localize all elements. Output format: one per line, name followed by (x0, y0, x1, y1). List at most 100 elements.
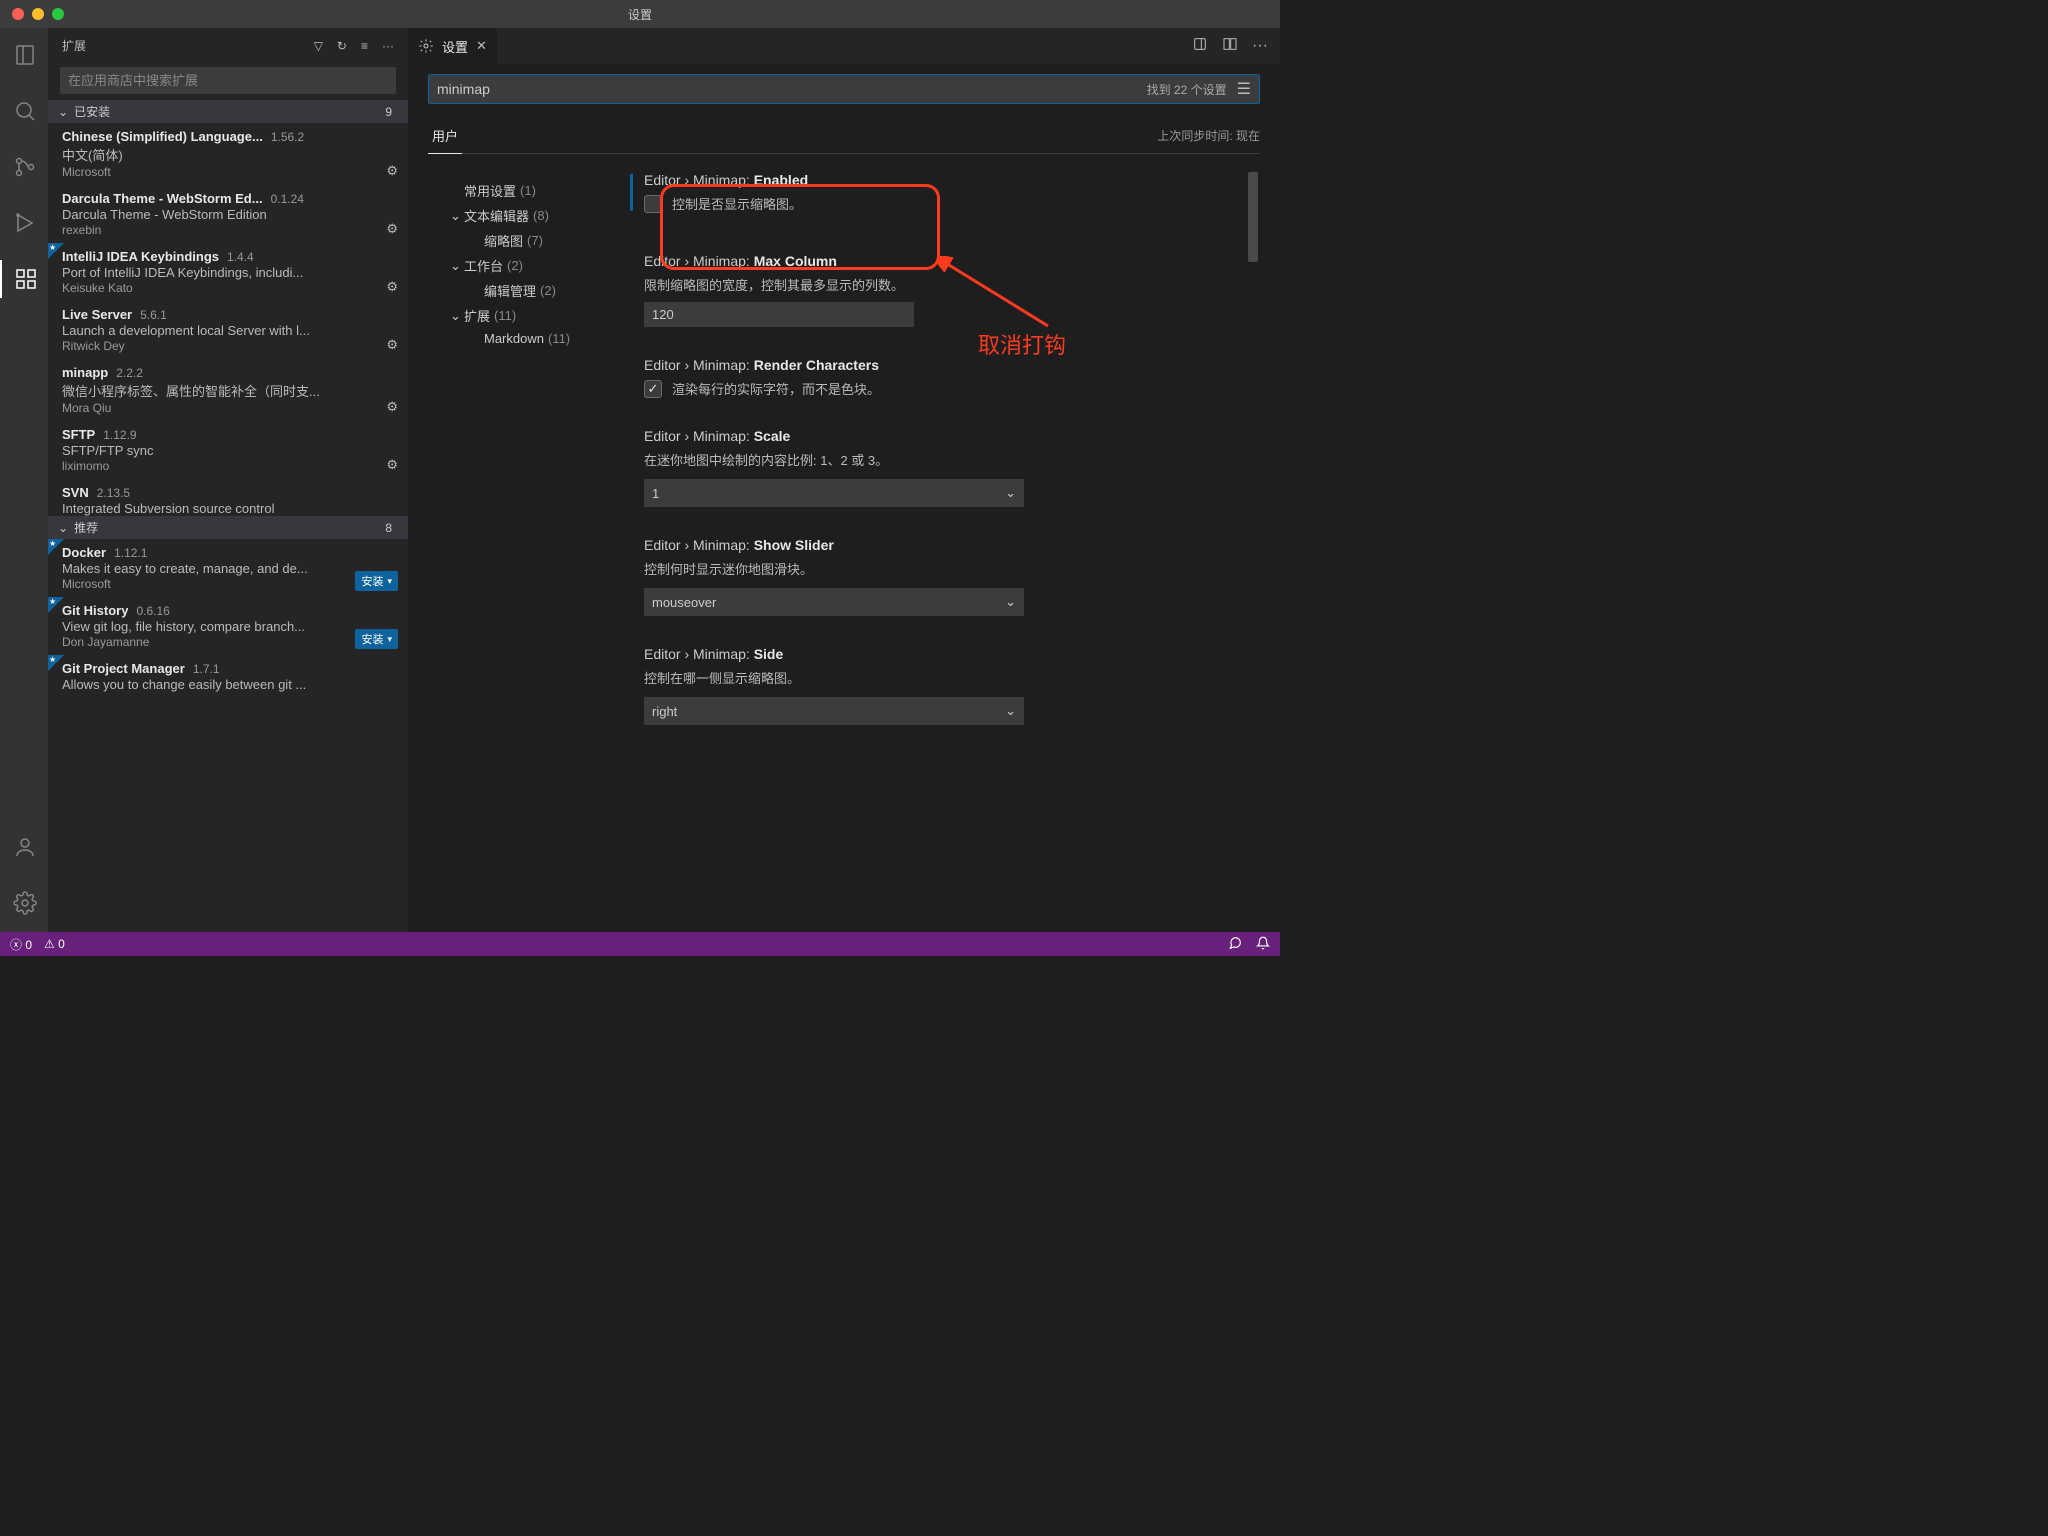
chevron-down-icon: ⌄ (1005, 703, 1016, 719)
status-errors[interactable]: ⓧ 0 (10, 936, 32, 953)
extension-item[interactable]: Docker1.12.1Makes it easy to create, man… (48, 539, 408, 597)
open-settings-json-icon[interactable] (1192, 36, 1208, 57)
settings-filter-icon[interactable]: ☰ (1237, 79, 1251, 99)
account-icon[interactable] (1, 828, 49, 866)
extension-search-input[interactable] (60, 67, 396, 94)
select-show-slider[interactable]: mouseover⌄ (644, 588, 1024, 616)
checkbox-render-characters[interactable] (644, 380, 662, 398)
window-title: 设置 (628, 6, 652, 23)
notifications-icon[interactable] (1256, 936, 1270, 953)
extension-item[interactable]: Git History0.6.16View git log, file hist… (48, 597, 408, 655)
manage-extension-icon[interactable]: ⚙ (386, 279, 398, 295)
extension-item[interactable]: Chinese (Simplified) Language...1.56.2中文… (48, 123, 408, 185)
extension-name: Live Server (62, 307, 132, 322)
close-tab-icon[interactable]: ✕ (476, 38, 487, 54)
clear-icon[interactable]: ≡ (361, 39, 368, 53)
more-actions-icon[interactable]: ··· (1252, 37, 1268, 55)
extension-publisher: rexebin (62, 223, 398, 237)
manage-extension-icon[interactable]: ⚙ (386, 515, 398, 516)
extension-item[interactable]: SVN2.13.5Integrated Subversion source co… (48, 479, 408, 516)
extension-version: 1.56.2 (271, 130, 304, 144)
chevron-down-icon: ⌄ (58, 521, 68, 535)
extension-description: 微信小程序标签、属性的智能补全（同时支... (62, 381, 398, 400)
tab-settings[interactable]: 设置 ✕ (408, 28, 498, 64)
install-button[interactable]: 安装 ▾ (355, 629, 398, 649)
extension-item[interactable]: Git Project Manager 1.7.1Allows you to ch… (48, 655, 408, 699)
extension-publisher: Mora Qiu (62, 401, 398, 415)
split-editor-icon[interactable] (1222, 36, 1238, 57)
extensions-icon[interactable] (0, 260, 48, 298)
extension-version: 1.4.4 (227, 250, 254, 264)
run-debug-icon[interactable] (1, 204, 49, 242)
recommended-badge-icon (48, 539, 64, 555)
gear-icon (418, 38, 434, 54)
chevron-down-icon: ⌄ (450, 208, 460, 224)
toc-item[interactable]: 常用设置 (1) (428, 178, 628, 203)
minimize-window-icon[interactable] (32, 8, 44, 20)
setting-minimap-render-characters: Editor › Minimap: Render Characters 渲染每行… (628, 357, 1240, 398)
maximize-window-icon[interactable] (52, 8, 64, 20)
setting-minimap-show-slider: Editor › Minimap: Show Slider 控制何时显示迷你地图… (628, 537, 1240, 616)
manage-extension-icon[interactable]: ⚙ (386, 399, 398, 415)
input-max-column[interactable] (644, 302, 914, 327)
sidebar-title: 扩展 (62, 37, 86, 54)
extension-publisher: Microsoft (62, 577, 398, 591)
settings-gear-icon[interactable] (1, 884, 49, 922)
toc-item[interactable]: ⌄扩展 (11) (428, 303, 628, 328)
extension-item[interactable]: IntelliJ IDEA Keybindings1.4.4Port of In… (48, 243, 408, 301)
source-control-icon[interactable] (1, 148, 49, 186)
close-window-icon[interactable] (12, 8, 24, 20)
toc-item[interactable]: Markdown (11) (428, 328, 628, 349)
chevron-down-icon: ⌄ (58, 105, 68, 119)
extension-item[interactable]: minapp2.2.2微信小程序标签、属性的智能补全（同时支...Mora Qi… (48, 359, 408, 421)
manage-extension-icon[interactable]: ⚙ (386, 221, 398, 237)
setting-minimap-max-column: Editor › Minimap: Max Column 限制缩略图的宽度，控制… (628, 253, 1240, 327)
select-scale[interactable]: 1⌄ (644, 479, 1024, 507)
install-button[interactable]: 安装 ▾ (355, 571, 398, 591)
manage-extension-icon[interactable]: ⚙ (386, 337, 398, 353)
search-icon[interactable] (1, 92, 49, 130)
toc-item[interactable]: 编辑管理 (2) (428, 278, 628, 303)
chevron-down-icon: ⌄ (450, 258, 460, 274)
setting-minimap-scale: Editor › Minimap: Scale 在迷你地图中绘制的内容比例: 1… (628, 428, 1240, 507)
section-recommended[interactable]: ⌄ 推荐 8 (48, 516, 408, 539)
checkbox-enabled[interactable] (644, 195, 662, 213)
filter-icon[interactable]: ▽ (314, 39, 323, 53)
settings-search-input[interactable] (437, 81, 1147, 97)
extension-item[interactable]: Live Server5.6.1Launch a development loc… (48, 301, 408, 359)
setting-minimap-side: Editor › Minimap: Side 控制在哪一侧显示缩略图。 righ… (628, 646, 1240, 725)
settings-search[interactable]: 找到 22 个设置 ☰ (428, 74, 1260, 104)
toc-item[interactable]: ⌄文本编辑器 (8) (428, 203, 628, 228)
extension-name: SFTP (62, 427, 95, 442)
scope-user-tab[interactable]: 用户 (428, 118, 462, 154)
refresh-icon[interactable]: ↻ (337, 39, 347, 53)
toc-item[interactable]: 缩略图 (7) (428, 228, 628, 253)
explorer-icon[interactable] (1, 36, 49, 74)
scrollbar[interactable] (1248, 172, 1258, 262)
extension-name: Git Project Manager (62, 661, 185, 676)
extension-name: IntelliJ IDEA Keybindings (62, 249, 219, 264)
extension-item[interactable]: SFTP1.12.9SFTP/FTP syncliximomo⚙ (48, 421, 408, 479)
extension-name: Darcula Theme - WebStorm Ed... (62, 191, 263, 206)
extension-item[interactable]: Darcula Theme - WebStorm Ed...0.1.24Darc… (48, 185, 408, 243)
extension-publisher: Ritwick Dey (62, 339, 398, 353)
extension-description: 中文(简体) (62, 145, 398, 164)
manage-extension-icon[interactable]: ⚙ (386, 163, 398, 179)
extension-publisher: Don Jayamanne (62, 635, 398, 649)
more-icon[interactable]: ··· (382, 39, 394, 53)
extension-version: 1.12.1 (114, 546, 147, 560)
toc-item[interactable]: ⌄工作台 (2) (428, 253, 628, 278)
extension-version: 5.6.1 (140, 308, 167, 322)
extension-description: View git log, file history, compare bran… (62, 619, 398, 634)
recommended-badge-icon (48, 597, 64, 613)
section-installed[interactable]: ⌄ 已安装 9 (48, 100, 408, 123)
extension-description: Allows you to change easily between git … (62, 677, 398, 692)
manage-extension-icon[interactable]: ⚙ (386, 457, 398, 473)
extension-version: 1.7.1 (193, 662, 220, 676)
results-count: 找到 22 个设置 (1147, 81, 1227, 98)
status-warnings[interactable]: ⚠ 0 (44, 937, 65, 951)
extension-publisher: Microsoft (62, 165, 398, 179)
feedback-icon[interactable] (1228, 936, 1242, 953)
window-controls (0, 8, 64, 20)
select-side[interactable]: right⌄ (644, 697, 1024, 725)
